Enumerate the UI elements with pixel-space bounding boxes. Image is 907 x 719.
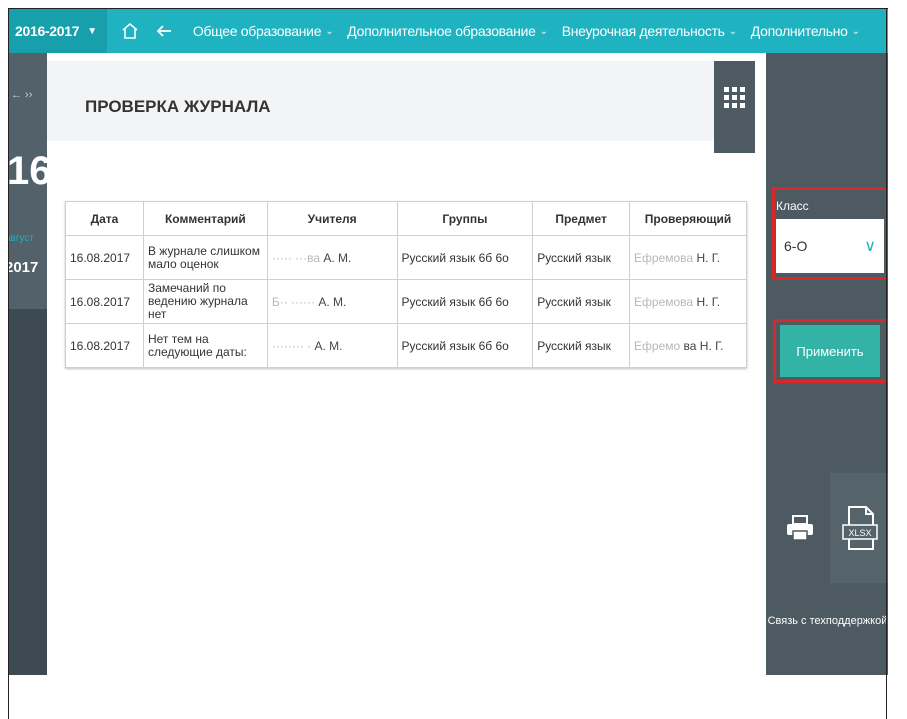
cell-checker: Ефремова Н. Г.: [629, 279, 747, 324]
cell-comment: Нет тем на следующие даты:: [142, 323, 268, 368]
column-header-subject[interactable]: Предмет: [532, 201, 631, 236]
cell-teacher: ········ · А. М.: [266, 323, 398, 368]
redacted-name: Б·· ······: [271, 294, 315, 309]
cell-comment: В журнале слишком мало оценок: [142, 235, 268, 280]
checker-initials: Н. Г.: [696, 250, 721, 265]
chevron-down-icon: ⌄: [728, 25, 737, 37]
cell-subject: Русский язык: [532, 279, 631, 324]
checker-initials: Н. Г.: [696, 294, 721, 309]
year-value: 2016-2017: [15, 23, 80, 39]
xlsx-label: XLSX: [848, 528, 871, 538]
left-sidebar: ← ›› 16 август 2017: [8, 53, 52, 675]
app-window: 2016-2017 ▼ Общее образование ⌄ Дополнит…: [8, 8, 888, 719]
highlight-box: [773, 319, 888, 383]
redacted-name: ····· ···ва: [271, 250, 321, 265]
menu-item-label: Внеурочная деятельность: [561, 23, 725, 39]
table-row[interactable]: 16.08.2017 Нет тем на следующие даты: ··…: [65, 323, 747, 368]
cell-date: 16.08.2017: [65, 323, 144, 368]
cell-checker: Ефремова Н. Г.: [629, 235, 747, 280]
menu-item-label: Общее образование: [192, 23, 322, 39]
top-navigation-bar: 2016-2017 ▼ Общее образование ⌄ Дополнит…: [9, 9, 888, 53]
menu-item-label: Дополнительное образование: [347, 23, 536, 39]
collapse-arrows-icon[interactable]: ← ››: [11, 89, 32, 101]
column-header-teacher[interactable]: Учителя: [266, 201, 398, 236]
cell-teacher: ····· ···ва А. М.: [266, 235, 398, 280]
window-border: [886, 8, 887, 719]
current-year: 2017: [8, 259, 39, 276]
right-sidebar: Класс 6-О ∨ Применить XLSX Связь с техпо…: [766, 53, 888, 675]
printer-icon: [787, 515, 813, 541]
teacher-initials: А. М.: [314, 338, 343, 353]
home-icon[interactable]: [119, 20, 141, 42]
menu-general-education[interactable]: Общее образование ⌄: [192, 23, 334, 39]
print-button[interactable]: [776, 473, 824, 583]
year-selector[interactable]: 2016-2017 ▼: [9, 9, 107, 53]
menu-extracurricular[interactable]: Внеурочная деятельность ⌄: [562, 23, 737, 39]
teacher-initials: А. М.: [323, 250, 352, 265]
current-month: август: [9, 233, 34, 244]
cell-checker: Ефремо ва Н. Г.: [629, 323, 747, 368]
highlight-box: [772, 187, 888, 280]
column-header-checker[interactable]: Проверяющий: [629, 201, 747, 236]
menu-item-label: Дополнительно: [750, 23, 848, 39]
tech-support-link[interactable]: Связь с техподдержкой: [766, 615, 888, 627]
checker-initials: ва Н. Г.: [683, 338, 724, 353]
apps-grid-icon: [724, 87, 745, 108]
teacher-initials: А. М.: [318, 294, 347, 309]
back-arrow-icon[interactable]: [153, 20, 175, 42]
page-header: ПРОВЕРКА ЖУРНАЛА: [47, 61, 755, 141]
menu-more[interactable]: Дополнительно ⌄: [751, 23, 860, 39]
cell-date: 16.08.2017: [65, 279, 144, 324]
cell-date: 16.08.2017: [65, 235, 144, 280]
cell-group: Русский язык 6б 6о: [396, 323, 534, 368]
column-header-date[interactable]: Дата: [65, 201, 144, 236]
menu-additional-education[interactable]: Дополнительное образование ⌄: [347, 23, 548, 39]
caret-down-icon: ▼: [87, 25, 97, 37]
redacted-name: Ефремова: [634, 294, 694, 309]
date-panel: ← ›› 16 август 2017: [8, 53, 52, 309]
page-title: ПРОВЕРКА ЖУРНАЛА: [85, 97, 271, 116]
chevron-down-icon: ⌄: [851, 25, 860, 37]
column-header-comment[interactable]: Комментарий: [142, 201, 268, 236]
chevron-down-icon: ⌄: [325, 25, 334, 37]
journal-check-table: Дата Комментарий Учителя Группы Предмет …: [65, 201, 747, 368]
table-row[interactable]: 16.08.2017 В журнале слишком мало оценок…: [65, 235, 747, 280]
cell-comment: Замечаний по ведению журнала нет: [142, 279, 268, 324]
cell-group: Русский язык 6б 6о: [396, 235, 534, 280]
chevron-down-icon: ⌄: [539, 25, 548, 37]
apps-menu-button[interactable]: [714, 61, 755, 153]
column-header-groups[interactable]: Группы: [396, 201, 534, 236]
redacted-name: Ефремо: [634, 338, 681, 353]
table-header-row: Дата Комментарий Учителя Группы Предмет …: [65, 201, 747, 236]
redacted-name: ········ ·: [271, 338, 312, 353]
cell-subject: Русский язык: [532, 323, 631, 368]
table-row[interactable]: 16.08.2017 Замечаний по ведению журнала …: [65, 279, 747, 324]
xlsx-file-icon: XLSX: [841, 506, 878, 550]
export-xlsx-button[interactable]: XLSX: [830, 473, 888, 583]
main-menu: Общее образование ⌄ Дополнительное образ…: [193, 23, 860, 39]
cell-subject: Русский язык: [532, 235, 631, 280]
cell-group: Русский язык 6б 6о: [396, 279, 534, 324]
redacted-name: Ефремова: [634, 250, 694, 265]
cell-teacher: Б·· ······ А. М.: [266, 279, 398, 324]
current-day: 16: [8, 149, 52, 193]
